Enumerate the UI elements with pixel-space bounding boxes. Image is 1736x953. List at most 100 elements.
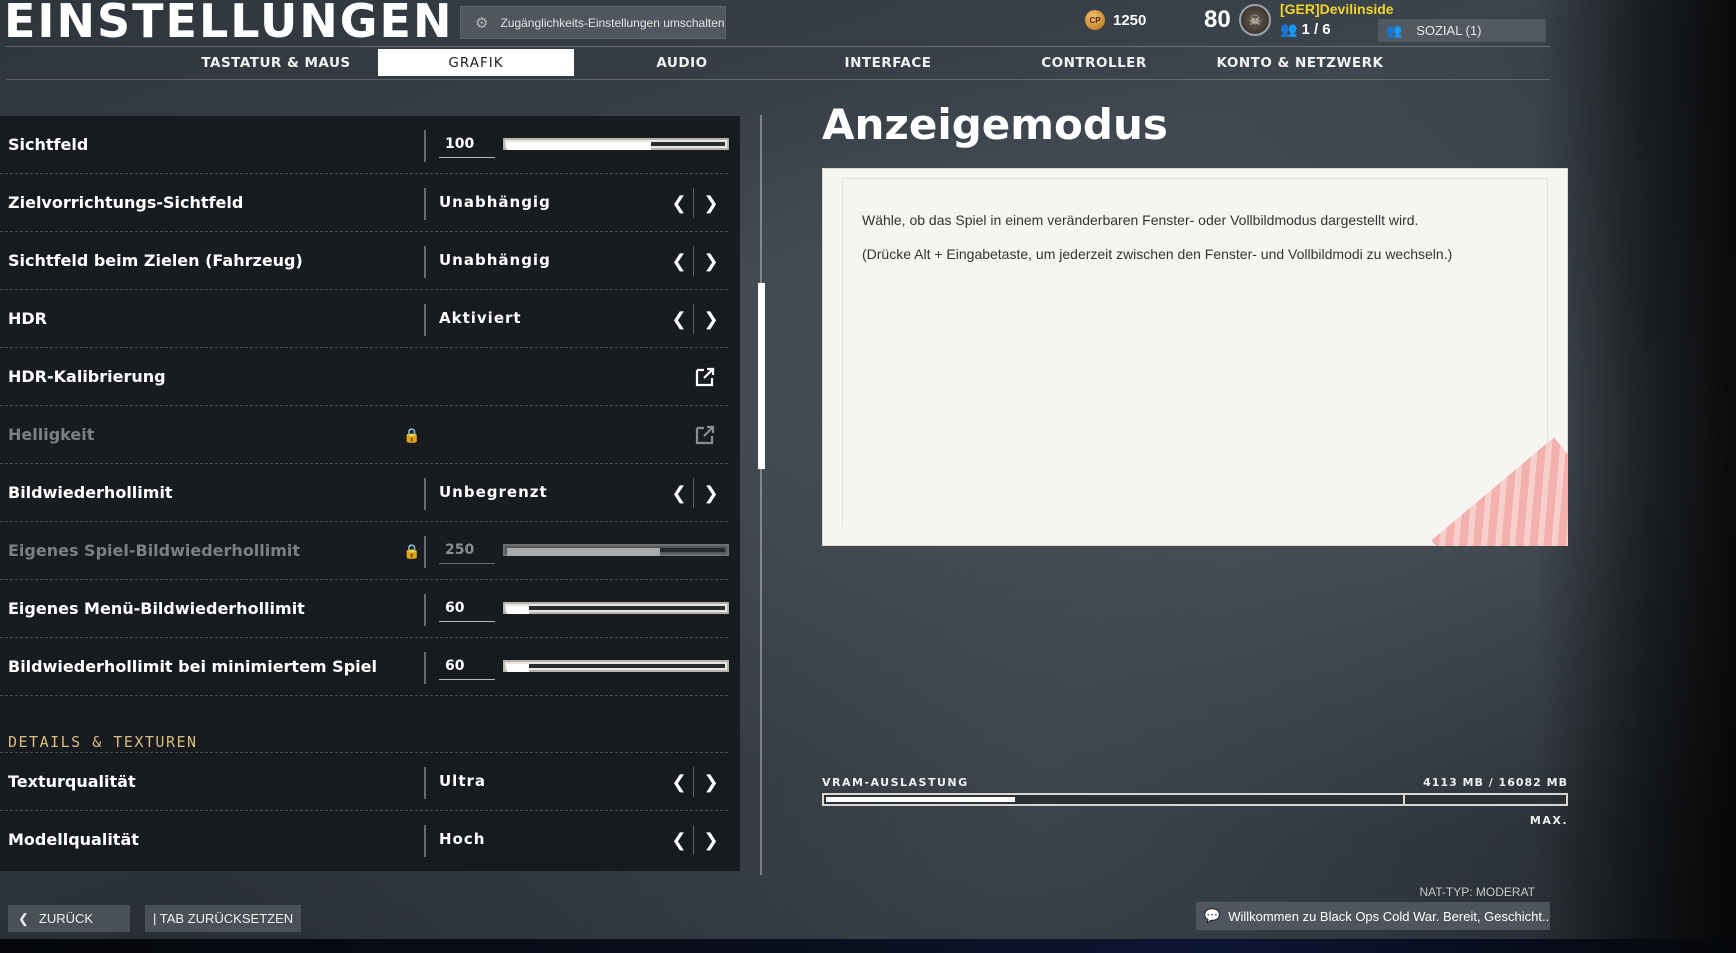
setting-label: Texturqualität (8, 772, 136, 791)
row-separator (424, 652, 426, 684)
vram-max-marker (1402, 793, 1405, 806)
classified-stripe-decoration (1431, 437, 1568, 546)
back-button[interactable]: ❮ ZURÜCK (8, 905, 130, 932)
panel-divider (760, 115, 762, 875)
setting-label: Helligkeit (8, 425, 95, 444)
social-label: SOZIAL (1) (1416, 23, 1482, 38)
nat-type-status: NAT-TYP: MODERAT (1419, 885, 1535, 899)
setting-value: Unabhängig (439, 193, 551, 211)
slider-fill (507, 142, 651, 150)
player-name[interactable]: [GER]Devilinside (1280, 1, 1394, 17)
chevron-right-icon[interactable]: ❯ (698, 824, 724, 856)
field-of-view-slider[interactable] (503, 138, 729, 150)
settings-scrollbar[interactable] (758, 283, 765, 469)
custom-menu-frame-limit-input[interactable]: 60 (439, 600, 495, 622)
tab-graphics[interactable]: GRAFIK (378, 49, 574, 76)
chevron-right-icon[interactable]: ❯ (698, 766, 724, 798)
player-level: 80 (1204, 6, 1231, 33)
vram-usage-fill (826, 797, 1015, 802)
description-hint: (Drücke Alt + Eingabetaste, um jederzeit… (862, 246, 1453, 262)
tab-keyboard-mouse[interactable]: TASTATUR & MAUS (178, 49, 374, 76)
row-separator (424, 594, 426, 626)
row-separator (424, 304, 426, 336)
setting-row-field-of-view[interactable]: Sichtfeld 100 (0, 116, 729, 174)
setting-label: HDR-Kalibrierung (8, 367, 166, 386)
setting-label: Zielvorrichtungs-Sichtfeld (8, 193, 244, 212)
slider-fill (507, 664, 529, 672)
setting-row-model-quality[interactable]: Modellqualität Hoch ❮ ❯ (0, 811, 728, 869)
chat-message: Willkommen zu Black Ops Cold War. Bereit… (1228, 908, 1550, 924)
social-icon: 👥 (1386, 22, 1403, 38)
setting-row-custom-menu-frame-limit[interactable]: Eigenes Menü-Bildwiederhollimit 60 (0, 580, 729, 638)
chevron-right-icon[interactable]: ❯ (698, 187, 724, 219)
chevron-right-icon[interactable]: ❯ (698, 245, 724, 277)
tab-controller[interactable]: CONTROLLER (996, 49, 1192, 76)
chat-message-box[interactable]: 💬 Willkommen zu Black Ops Cold War. Bere… (1196, 902, 1550, 930)
tab-audio[interactable]: AUDIO (584, 49, 780, 76)
lock-icon: 🔒 (403, 427, 421, 443)
row-separator (424, 536, 426, 568)
vram-usage-bar (822, 793, 1568, 806)
external-link-icon[interactable] (694, 366, 716, 388)
setting-value: Unbegrenzt (439, 483, 548, 501)
chevron-right-icon[interactable]: ❯ (698, 477, 724, 509)
setting-label: Sichtfeld (8, 135, 89, 154)
setting-row-texture-quality[interactable]: Texturqualität Ultra ❮ ❯ (0, 753, 728, 811)
setting-row-frame-limit[interactable]: Bildwiederhollimit Unbegrenzt ❮ ❯ (0, 464, 728, 522)
row-separator (424, 130, 426, 162)
arrow-divider (693, 188, 694, 218)
chevron-left-icon[interactable]: ❮ (666, 766, 692, 798)
custom-game-frame-limit-input: 250 (439, 542, 495, 564)
rank-emblem-icon[interactable]: ☠ (1239, 4, 1271, 36)
bottom-strip (0, 939, 1736, 953)
tab-account-network[interactable]: KONTO & NETZWERK (1202, 49, 1398, 76)
field-of-view-input[interactable]: 100 (439, 136, 495, 158)
setting-label: Bildwiederhollimit (8, 483, 173, 502)
settings-list: Sichtfeld 100 Zielvorrichtungs-Sichtfeld… (0, 116, 740, 871)
gear-icon: ⚙ (475, 14, 489, 32)
chevron-left-icon[interactable]: ❮ (666, 245, 692, 277)
chevron-left-icon[interactable]: ❮ (666, 303, 692, 335)
lock-icon: 🔒 (403, 543, 421, 559)
setting-row-hdr[interactable]: HDR Aktiviert ❮ ❯ (0, 290, 728, 348)
chat-icon: 💬 (1204, 908, 1221, 923)
setting-row-ads-fov[interactable]: Zielvorrichtungs-Sichtfeld Unabhängig ❮ … (0, 174, 728, 232)
chevron-left-icon[interactable]: ❮ (666, 824, 692, 856)
setting-row-minimized-frame-limit[interactable]: Bildwiederhollimit bei minimiertem Spiel… (0, 638, 729, 696)
vram-value: 4113 MB / 16082 MB (1423, 776, 1568, 789)
minimized-frame-limit-slider[interactable] (503, 660, 729, 672)
minimized-frame-limit-input[interactable]: 60 (439, 658, 495, 680)
accessibility-label: Zugänglichkeits-Einstellungen umschalten (500, 15, 725, 30)
slider-track (507, 606, 725, 610)
setting-label: Sichtfeld beim Zielen (Fahrzeug) (8, 251, 303, 270)
row-separator (424, 188, 426, 220)
card-border-line (842, 178, 1548, 179)
setting-label: Modellqualität (8, 830, 139, 849)
chevron-left-icon[interactable]: ❮ (666, 187, 692, 219)
social-button[interactable]: 👥 SOZIAL (1) (1378, 19, 1546, 42)
setting-value: Ultra (439, 772, 487, 790)
row-separator (424, 246, 426, 278)
setting-row-hdr-calibration[interactable]: HDR-Kalibrierung (0, 348, 728, 406)
custom-menu-frame-limit-slider[interactable] (503, 602, 729, 614)
setting-row-vehicle-fov[interactable]: Sichtfeld beim Zielen (Fahrzeug) Unabhän… (0, 232, 728, 290)
accessibility-toggle-button[interactable]: ⚙ Zugänglichkeits-Einstellungen umschalt… (460, 6, 726, 39)
header-divider (6, 46, 1550, 47)
slider-fill (507, 548, 660, 556)
vram-max-label: MAX. (1529, 814, 1568, 827)
arrow-divider (693, 825, 694, 855)
custom-game-frame-limit-slider (503, 544, 729, 556)
slider-fill (507, 606, 529, 614)
tab-interface[interactable]: INTERFACE (790, 49, 986, 76)
chevron-right-icon[interactable]: ❯ (698, 303, 724, 335)
reset-label: | TAB ZURÜCKSETZEN (153, 911, 294, 926)
setting-label: Eigenes Menü-Bildwiederhollimit (8, 599, 305, 618)
setting-value: Hoch (439, 830, 486, 848)
chevron-left-icon[interactable]: ❮ (666, 477, 692, 509)
chevron-left-icon: ❮ (18, 910, 29, 926)
cod-points[interactable]: CP 1250 (1085, 10, 1146, 30)
description-text: Wähle, ob das Spiel in einem veränderbar… (862, 212, 1419, 228)
reset-tab-button[interactable]: | TAB ZURÜCKSETZEN (145, 905, 301, 932)
setting-label: Bildwiederhollimit bei minimiertem Spiel (8, 657, 377, 676)
party-size[interactable]: 👥 1 / 6 (1280, 21, 1331, 38)
